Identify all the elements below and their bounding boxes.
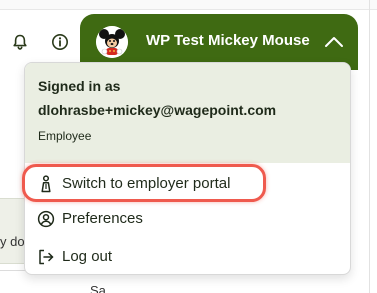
person-switch-icon [37, 175, 55, 193]
signed-in-label: Signed in as [38, 78, 121, 94]
menu-item-label: Log out [62, 248, 113, 265]
menu-item-switch-employer-portal[interactable]: Switch to employer portal [25, 167, 350, 201]
chevron-up-icon [324, 34, 344, 48]
signed-in-email: dlohrasbe+mickey@wagepoint.com [38, 102, 277, 118]
account-name: WP Test Mickey Mouse [146, 32, 310, 49]
logout-icon [37, 248, 55, 266]
menu-item-label: Switch to employer portal [62, 175, 231, 192]
user-circle-icon [37, 210, 55, 228]
page-divider [369, 0, 370, 293]
background-column-header: Sa [90, 283, 106, 293]
mickey-avatar [96, 26, 128, 58]
signed-in-role: Employee [38, 129, 92, 143]
account-dropdown-menu: Signed in as dlohrasbe+mickey@wagepoint.… [24, 62, 351, 275]
signed-in-panel: Signed in as dlohrasbe+mickey@wagepoint.… [25, 63, 350, 163]
info-icon[interactable] [50, 32, 70, 52]
menu-item-log-out[interactable]: Log out [25, 240, 350, 274]
background-text-fragment: y do [0, 234, 25, 249]
menu-item-label: Preferences [62, 210, 143, 227]
bell-icon[interactable] [10, 32, 30, 52]
menu-item-preferences[interactable]: Preferences [25, 202, 350, 236]
page-top-strip [0, 0, 377, 10]
